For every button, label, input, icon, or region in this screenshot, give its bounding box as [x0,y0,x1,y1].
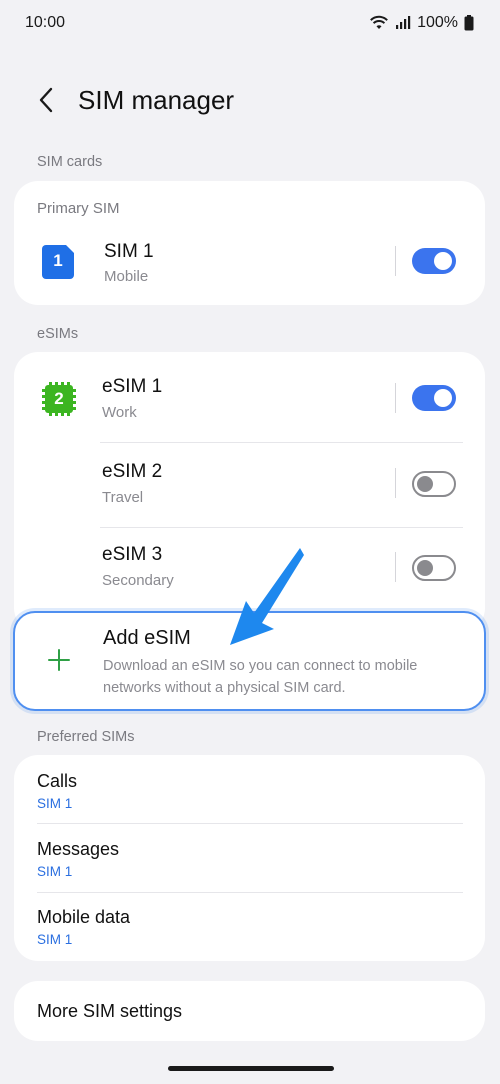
section-label-esims: eSIMs [37,326,79,342]
messages-value: SIM 1 [37,864,73,879]
sim1-name: SIM 1 [104,241,154,262]
app-header: SIM manager [0,78,500,122]
chevron-left-icon [39,87,53,113]
sim1-toggle[interactable] [412,248,456,274]
battery-percent: 100% [417,14,458,31]
page-title: SIM manager [78,84,235,115]
sim-cards-card: Primary SIM 1 SIM 1 Mobile [14,181,485,305]
esim1-type: Work [102,404,137,421]
esim2-name: eSIM 2 [102,461,163,482]
back-button[interactable] [24,78,68,122]
preferred-sims-card: Calls SIM 1 Messages SIM 1 Mobile data S… [14,755,485,961]
sim1-type: Mobile [104,268,149,285]
add-esim-title: Add eSIM [103,627,191,649]
esim1-name: eSIM 1 [102,376,163,397]
preferred-mobile-data-row[interactable]: Mobile data SIM 1 [14,893,485,961]
status-time: 10:00 [25,14,66,31]
esim3-toggle[interactable] [412,555,456,581]
wifi-icon [370,15,388,29]
calls-value: SIM 1 [37,796,73,811]
esims-card: 2 eSIM 1 Work eSIM 2 Travel eSIM 3 Secon… [14,352,485,632]
messages-title: Messages [37,839,120,859]
esim1-row[interactable]: 2 eSIM 1 Work [14,352,485,442]
esim3-type: Secondary [102,572,174,589]
status-bar: 10:00 100% [0,0,500,46]
signal-icon [396,16,411,29]
add-esim-button[interactable]: Add eSIM Download an eSIM so you can con… [13,611,486,711]
divider [395,246,396,276]
sim1-row[interactable]: 1 SIM 1 Mobile [14,229,485,293]
battery-icon [464,15,474,31]
divider [395,468,396,498]
section-label-preferred-sims: Preferred SIMs [37,729,135,745]
plus-icon [48,649,70,671]
divider [395,552,396,582]
add-esim-description: Download an eSIM so you can connect to m… [103,658,418,696]
preferred-calls-row[interactable]: Calls SIM 1 [14,755,485,823]
section-label-sim-cards: SIM cards [37,154,103,170]
gesture-nav-bar[interactable] [168,1066,334,1071]
calls-title: Calls [37,771,78,791]
esim1-badge: 2 [54,389,64,408]
esim2-row[interactable]: eSIM 2 Travel [14,443,485,527]
status-icons: 100% [369,14,474,32]
esim2-type: Travel [102,489,144,506]
mobile-data-title: Mobile data [37,907,131,927]
esim3-name: eSIM 3 [102,544,163,565]
primary-sim-label: Primary SIM [37,200,120,217]
esim1-toggle[interactable] [412,385,456,411]
more-sim-settings-row[interactable]: More SIM settings [14,981,485,1041]
preferred-messages-row[interactable]: Messages SIM 1 [14,824,485,892]
esim3-row[interactable]: eSIM 3 Secondary [14,528,485,612]
sim1-badge: 1 [53,251,63,270]
esim2-toggle[interactable] [412,471,456,497]
mobile-data-value: SIM 1 [37,932,73,947]
divider [395,383,396,413]
more-sim-settings-title: More SIM settings [37,1001,183,1021]
